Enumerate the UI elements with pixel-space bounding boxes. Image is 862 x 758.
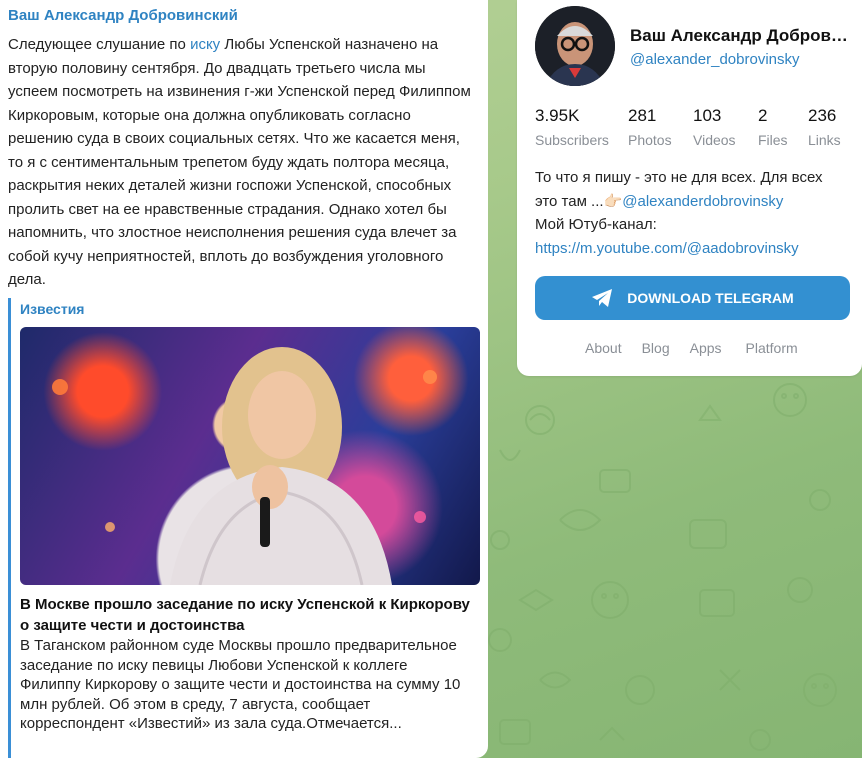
bio-line: это там ...👉🏻@alexanderdobrovinsky xyxy=(535,190,847,214)
link-preview-title[interactable]: В Москве прошло заседание по иску Успенс… xyxy=(20,594,472,636)
stat-subscribers: 3.95K Subscribers xyxy=(535,106,609,148)
footer-link-about[interactable]: About xyxy=(585,340,622,356)
bio-text: это там ...👉🏻 xyxy=(535,192,623,210)
stat-value: 236 xyxy=(808,106,837,125)
stat-label: Videos xyxy=(693,132,736,148)
stat-value: 103 xyxy=(693,106,722,125)
stat-value: 2 xyxy=(758,106,768,125)
channel-post: Ваш Александр Добровинский Следующее слу… xyxy=(0,0,488,758)
stat-value: 281 xyxy=(628,106,657,125)
stat-label: Subscribers xyxy=(535,132,609,148)
post-text-part: Следующее слушание по xyxy=(8,36,191,53)
channel-handle[interactable]: @alexander_dobrovinsky xyxy=(630,51,800,68)
channel-name: Ваш Александр Добров… xyxy=(630,26,848,45)
stat-photos[interactable]: 281 Photos xyxy=(628,106,672,148)
channel-bio: То что я пишу - это не для всех. Для все… xyxy=(535,166,847,260)
link-preview-image[interactable] xyxy=(20,327,480,585)
bio-youtube-link[interactable]: https://m.youtube.com/@aadobrovinsky xyxy=(535,237,847,261)
download-telegram-label: DOWNLOAD TELEGRAM xyxy=(627,290,794,306)
bio-username-link[interactable]: @alexanderdobrovinsky xyxy=(622,193,783,210)
bio-line: Мой Ютуб-канал: xyxy=(535,216,657,233)
stat-value: 3.95K xyxy=(535,106,580,125)
stat-videos[interactable]: 103 Videos xyxy=(693,106,736,148)
footer-link-platform[interactable]: Platform xyxy=(746,340,798,356)
stat-label: Files xyxy=(758,132,788,148)
singer-photo-illustration xyxy=(52,347,437,585)
channel-avatar[interactable] xyxy=(535,6,615,86)
post-author[interactable]: Ваш Александр Добровинский xyxy=(8,7,238,24)
download-telegram-button[interactable]: DOWNLOAD TELEGRAM xyxy=(535,276,850,320)
stat-links[interactable]: 236 Links xyxy=(808,106,841,148)
post-inline-link[interactable]: иску xyxy=(190,36,220,53)
stat-label: Photos xyxy=(628,132,672,148)
bio-line: То что я пишу - это не для всех. Для все… xyxy=(535,169,823,186)
link-preview-description: В Таганском районном суде Москвы прошло … xyxy=(20,637,461,732)
link-preview[interactable]: Известия В Москве прошло заседание по ис… xyxy=(8,298,480,758)
footer-links: About Blog Apps Platform xyxy=(585,340,798,356)
channel-info-card: Ваш Александр Добров… @alexander_dobrovi… xyxy=(517,0,862,376)
post-text: Следующее слушание по иску Любы Успенско… xyxy=(8,33,476,292)
link-preview-site: Известия xyxy=(20,301,85,317)
footer-link-apps[interactable]: Apps xyxy=(690,340,722,356)
footer-link-blog[interactable]: Blog xyxy=(642,340,670,356)
post-text-part: Любы Успенской назначено на вторую полов… xyxy=(8,36,471,288)
stat-label: Links xyxy=(808,132,841,148)
stat-files[interactable]: 2 Files xyxy=(758,106,788,148)
telegram-plane-icon xyxy=(592,289,613,307)
